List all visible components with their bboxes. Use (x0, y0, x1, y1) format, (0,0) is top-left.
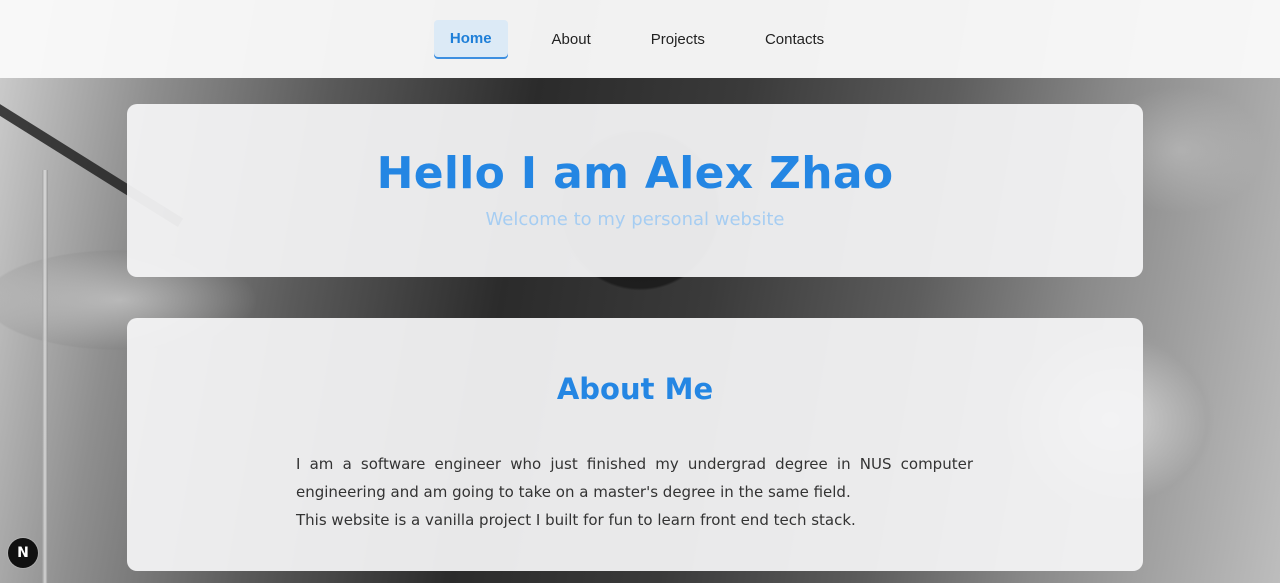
about-card: About Me I am a software engineer who ju… (127, 318, 1143, 571)
nav-item-about[interactable]: About (522, 21, 621, 58)
nav-item-home[interactable]: Home (433, 19, 508, 59)
about-paragraph: I am a software engineer who just finish… (296, 455, 973, 501)
nav-item-contacts[interactable]: Contacts (735, 21, 854, 58)
top-navbar: Home About Projects Contacts (0, 0, 1280, 78)
about-paragraph: This website is a vanilla project I buil… (296, 511, 856, 529)
hero-card: Hello I am Alex Zhao Welcome to my perso… (127, 104, 1143, 277)
nextjs-dev-badge-icon[interactable]: N (8, 538, 38, 568)
about-title: About Me (556, 372, 714, 406)
hero-subtitle: Welcome to my personal website (485, 209, 785, 230)
nav-item-projects[interactable]: Projects (621, 21, 735, 58)
hero-title: Hello I am Alex Zhao (376, 148, 894, 199)
background-cymbal-stand (42, 170, 48, 583)
page: Home About Projects Contacts Hello I am … (0, 0, 1280, 583)
nav-list: Home About Projects Contacts (433, 19, 854, 59)
about-body: I am a software engineer who just finish… (296, 450, 973, 534)
